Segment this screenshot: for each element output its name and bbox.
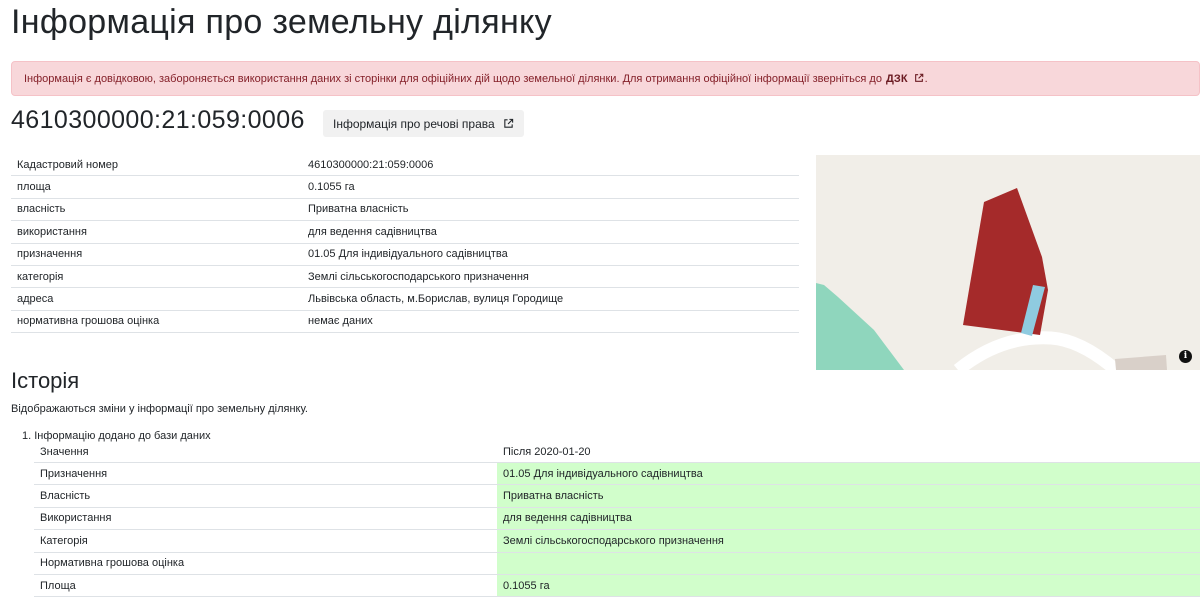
history-row-label: Площа [34,574,497,598]
parcel-info-table: Кадастровий номер 4610300000:21:059:0006 … [11,154,799,334]
table-row: Власність Приватна власність [34,484,1200,508]
dzk-link-label[interactable]: ДЗК [886,73,908,85]
map-canvas[interactable] [816,155,1200,370]
row-label: Кадастровий номер [11,154,302,177]
history-item-title: 1. Інформацію додано до бази даних [22,430,211,442]
property-rights-button[interactable]: Інформація про речові права [323,110,524,137]
row-value: для ведення садівництва [302,220,799,244]
table-row: площа 0.1055 га [11,175,799,199]
history-row-value: Приватна власність [497,484,1200,508]
table-row: Нормативна грошова оцінка [34,552,1200,575]
table-row: призначення 01.05 Для індивідуального сад… [11,243,799,266]
row-label: площа [11,175,302,199]
alert-end: . [924,72,928,85]
history-row-value: Землі сільськогосподарського призначення [497,529,1200,553]
history-header-label: Значення [34,442,497,463]
history-row-label: Власність [34,484,497,508]
history-row-value: 01.05 Для індивідуального садівництва [497,462,1200,486]
table-row: Категорія Землі сільськогосподарського пр… [34,529,1200,553]
table-row: Призначення 01.05 Для індивідуального сад… [34,462,1200,486]
row-label: нормативна грошова оцінка [11,310,302,334]
page-title: Інформація про земельну ділянку [11,3,552,41]
history-title: Історія [11,368,80,393]
row-label: призначення [11,243,302,266]
table-row: категорія Землі сільськогосподарського пр… [11,265,799,289]
table-row: Кадастровий номер 4610300000:21:059:0006 [11,154,799,177]
table-row: нормативна грошова оцінка немає даних [11,310,799,334]
property-rights-button-label[interactable]: Інформація про речові права [333,117,495,131]
row-value: немає даних [302,310,799,334]
row-value: 4610300000:21:059:0006 [302,154,799,177]
cadastral-number-heading: 4610300000:21:059:0006 [11,106,305,134]
table-row: адреса Львівська область, м.Борислав, вул… [11,287,799,311]
table-row: Площа 0.1055 га [34,574,1200,598]
map-info-icon[interactable]: i [1179,350,1192,363]
row-value: Львівська область, м.Борислав, вулиця Го… [302,287,799,311]
external-link-icon [503,118,513,128]
history-row-value: 0.1055 га [497,574,1200,598]
row-label: категорія [11,265,302,289]
row-label: використання [11,220,302,244]
history-row-label: Призначення [34,462,497,486]
row-value: Землі сільськогосподарського призначення [302,265,799,289]
table-row: власність Приватна власність [11,198,799,222]
row-value: 0.1055 га [302,175,799,199]
history-row-value: для ведення садівництва [497,507,1200,531]
parcel-map[interactable]: i [816,155,1200,370]
row-label: адреса [11,287,302,311]
alert-text: Інформація є довідковою, забороняється в… [24,72,882,85]
history-row-label: Категорія [34,529,497,553]
history-row-label: Використання [34,507,497,531]
row-value: Приватна власність [302,198,799,222]
history-row-label: Нормативна грошова оцінка [34,552,497,575]
external-link-icon [914,73,923,82]
row-value: 01.05 Для індивідуального садівництва [302,243,799,266]
history-row-value [497,552,1200,575]
history-header-value: Після 2020-01-20 [497,442,1200,463]
history-description: Відображаються зміни у інформації про зе… [11,403,308,415]
table-row: Використання для ведення садівництва [34,507,1200,531]
history-table: Значення Після 2020-01-20 Призначення 01.… [34,442,1200,598]
disclaimer-alert: Інформація є довідковою, забороняється в… [11,61,1200,96]
table-row: використання для ведення садівництва [11,220,799,244]
row-label: власність [11,198,302,222]
dzk-link[interactable]: ДЗК [886,73,924,85]
history-header-row: Значення Після 2020-01-20 [34,442,1200,463]
